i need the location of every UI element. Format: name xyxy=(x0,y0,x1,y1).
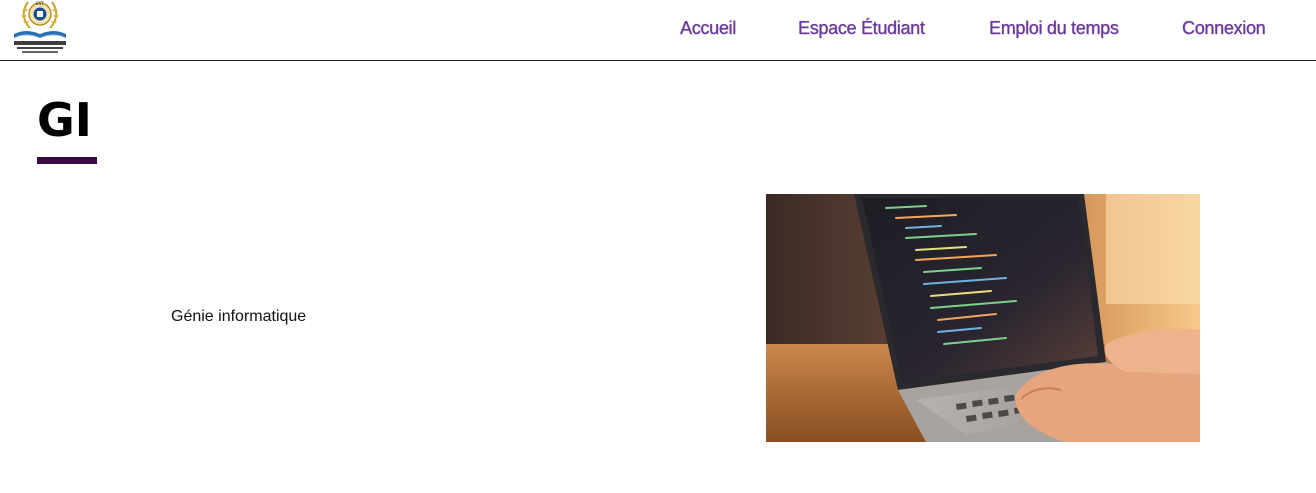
laptop-photo-icon xyxy=(766,194,1200,442)
nav-connexion[interactable]: Connexion xyxy=(1182,18,1266,39)
laptop-coding-photo xyxy=(766,194,1200,442)
site-header: EST Accueil Espace Étudiant Emploi du te… xyxy=(0,0,1316,61)
page-title: GI xyxy=(37,93,92,147)
svg-text:EST: EST xyxy=(36,1,44,6)
nav-emploi-du-temps[interactable]: Emploi du temps xyxy=(989,18,1119,39)
logo-icon: EST xyxy=(13,1,67,53)
nav-accueil[interactable]: Accueil xyxy=(680,18,736,39)
title-underline xyxy=(37,157,97,164)
department-description: Génie informatique xyxy=(171,308,307,325)
school-emblem-logo[interactable]: EST xyxy=(6,0,74,58)
nav-espace-etudiant[interactable]: Espace Étudiant xyxy=(798,18,925,39)
